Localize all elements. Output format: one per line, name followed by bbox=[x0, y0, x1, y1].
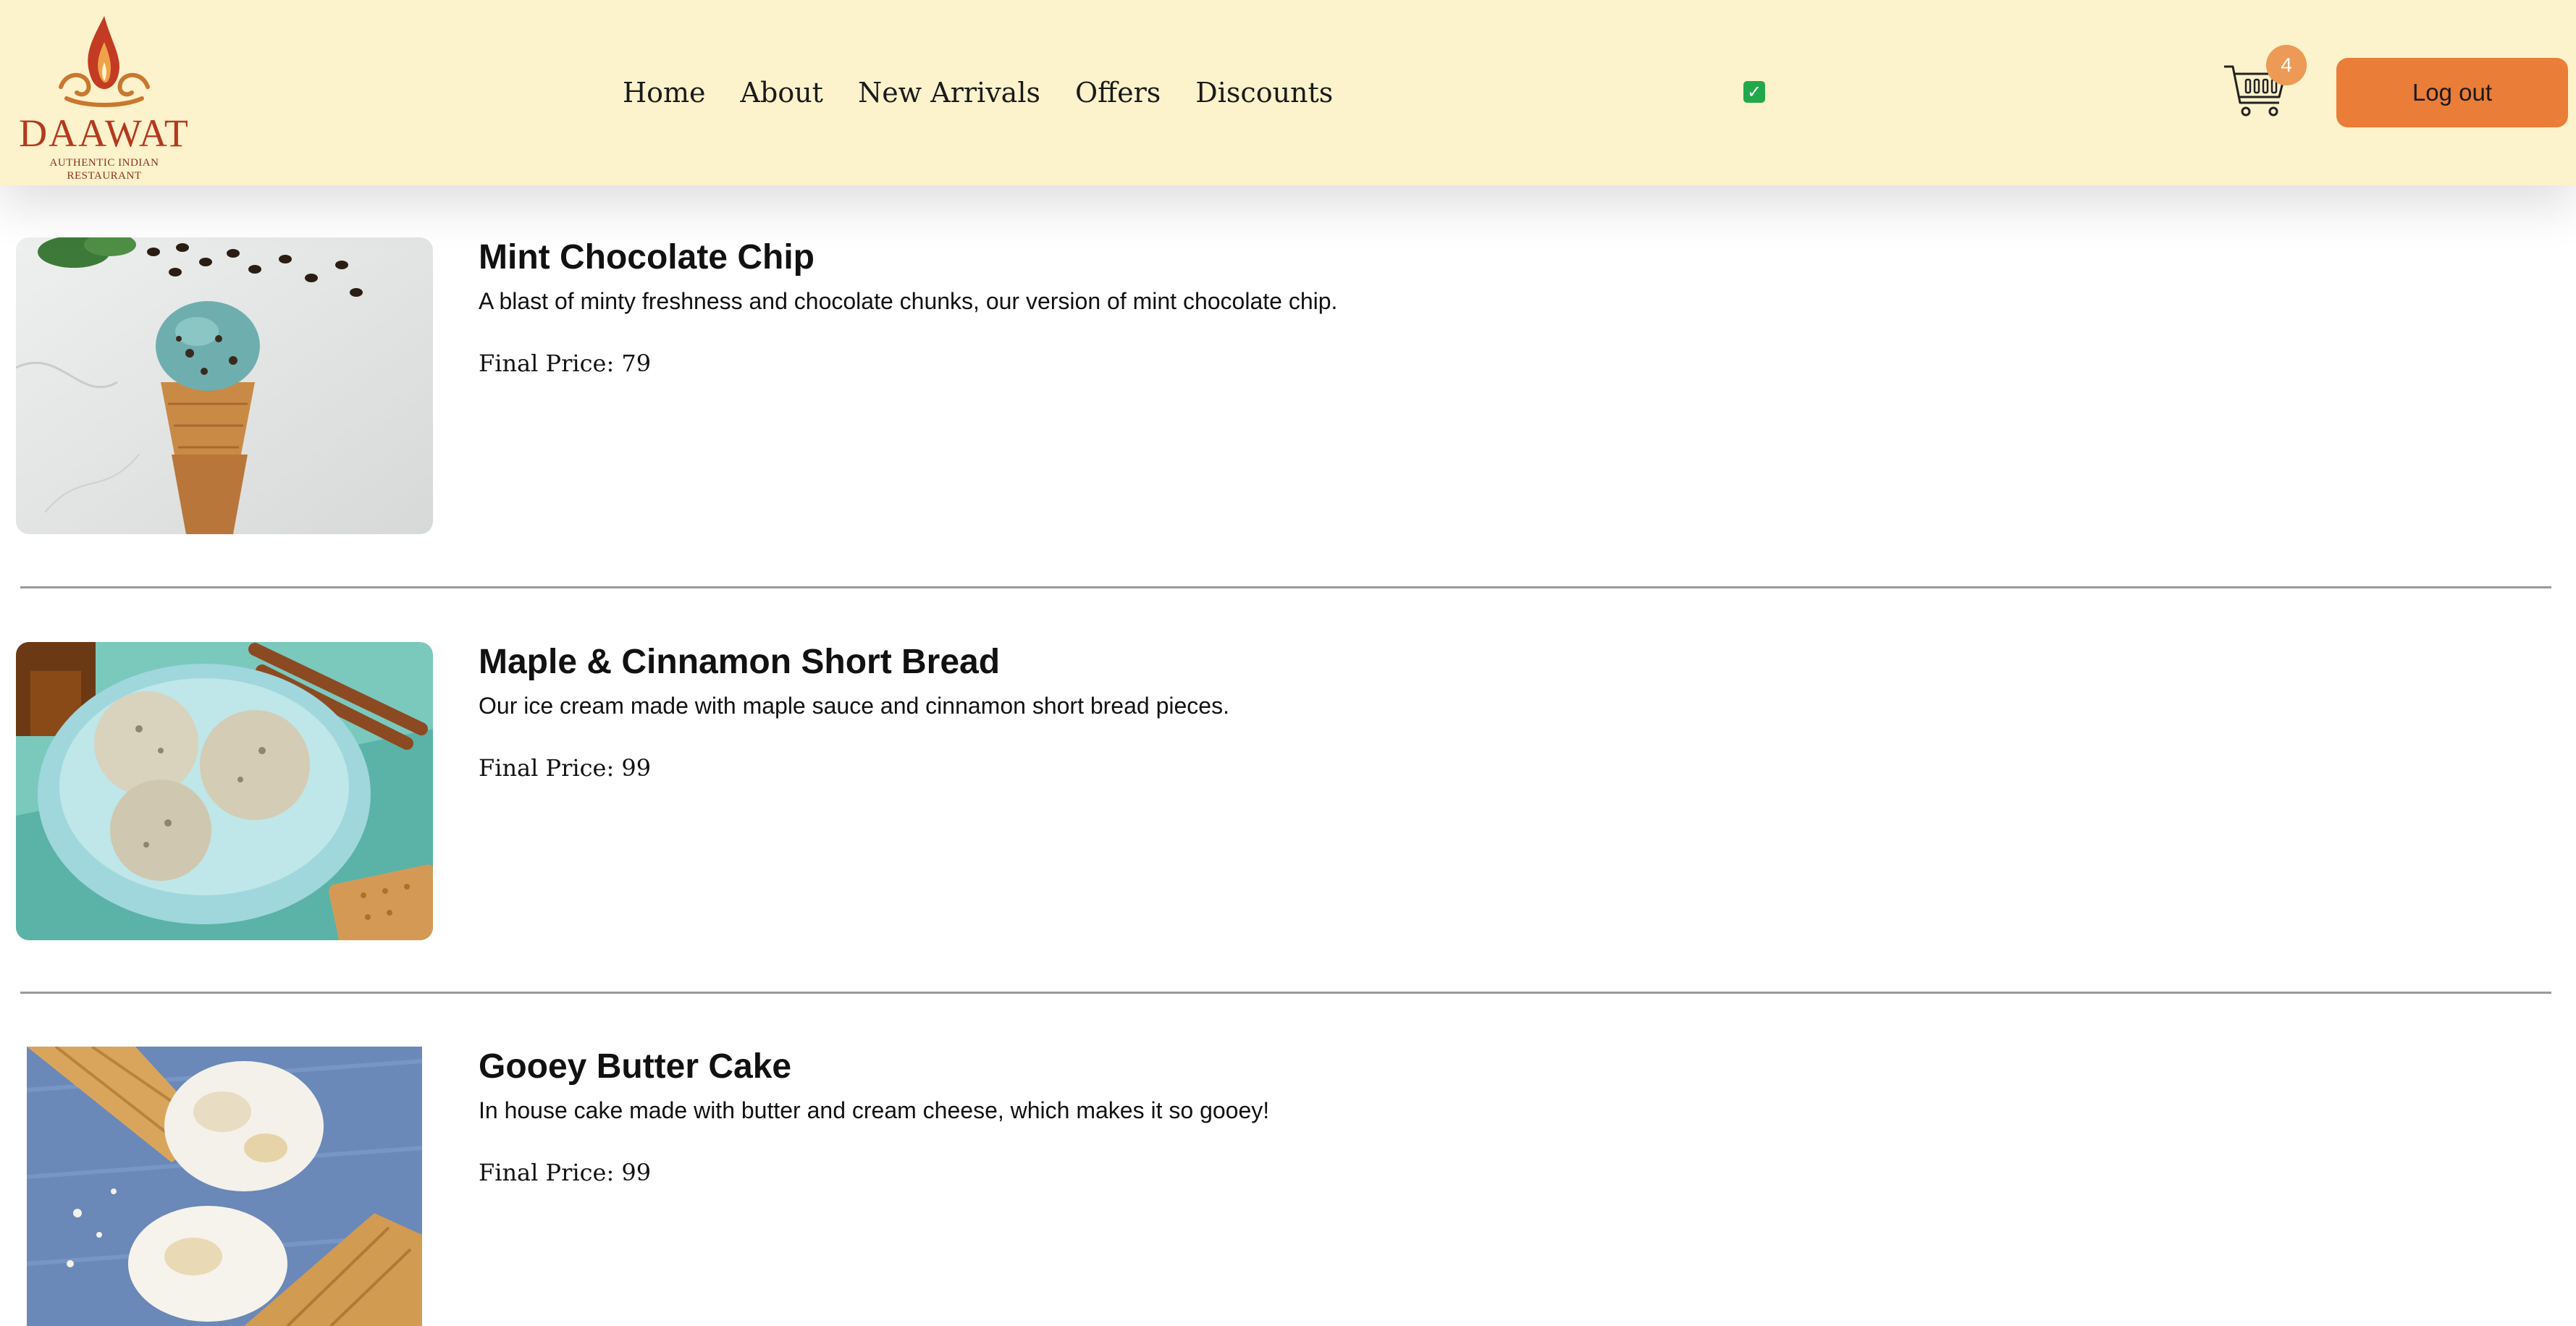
nav-about[interactable]: About bbox=[741, 77, 823, 109]
nav-offers[interactable]: Offers bbox=[1075, 77, 1161, 109]
daawat-logo[interactable]: DAAWAT AUTHENTIC INDIAN RESTAURANT bbox=[16, 12, 193, 182]
item-description: In house cake made with butter and cream… bbox=[479, 1097, 1270, 1123]
butter-cake-cones-image bbox=[27, 1047, 422, 1326]
item-title: Maple & Cinnamon Short Bread bbox=[479, 643, 1001, 681]
cart-count-badge: 4 bbox=[2266, 45, 2307, 85]
main-nav: Home About New Arrivals Offers Discounts bbox=[623, 69, 1368, 116]
logout-button[interactable]: Log out bbox=[2336, 58, 2568, 127]
site-header: DAAWAT AUTHENTIC INDIAN RESTAURANT Home … bbox=[0, 0, 2576, 185]
check-mark-icon: ✓ bbox=[1743, 81, 1765, 103]
item-title: Mint Chocolate Chip bbox=[479, 238, 815, 276]
maple-ice-cream-bowl-image bbox=[16, 642, 433, 940]
item-description: Our ice cream made with maple sauce and … bbox=[479, 693, 1229, 719]
item-price: Final Price: 99 bbox=[479, 754, 652, 782]
item-price: Final Price: 99 bbox=[479, 1159, 652, 1186]
item-title: Gooey Butter Cake bbox=[479, 1047, 792, 1086]
flame-emblem-icon bbox=[59, 16, 150, 107]
mint-ice-cream-cone-image bbox=[16, 237, 433, 534]
item-divider bbox=[20, 992, 2551, 994]
menu-item: Maple & Cinnamon Short Bread Our ice cre… bbox=[0, 642, 2576, 960]
logo-name: DAAWAT bbox=[19, 111, 190, 155]
item-divider bbox=[20, 586, 2551, 588]
menu-item: Gooey Butter Cake In house cake made wit… bbox=[0, 1047, 2576, 1326]
nav-new-arrivals[interactable]: New Arrivals bbox=[858, 77, 1040, 109]
menu-item: Mint Chocolate Chip A blast of minty fre… bbox=[0, 237, 2576, 556]
item-price: Final Price: 79 bbox=[479, 350, 652, 377]
logo-tagline: AUTHENTIC INDIAN RESTAURANT bbox=[49, 157, 159, 182]
item-description: A blast of minty freshness and chocolate… bbox=[479, 288, 1338, 314]
nav-discounts[interactable]: Discounts bbox=[1195, 77, 1333, 109]
nav-home[interactable]: Home bbox=[623, 77, 706, 109]
